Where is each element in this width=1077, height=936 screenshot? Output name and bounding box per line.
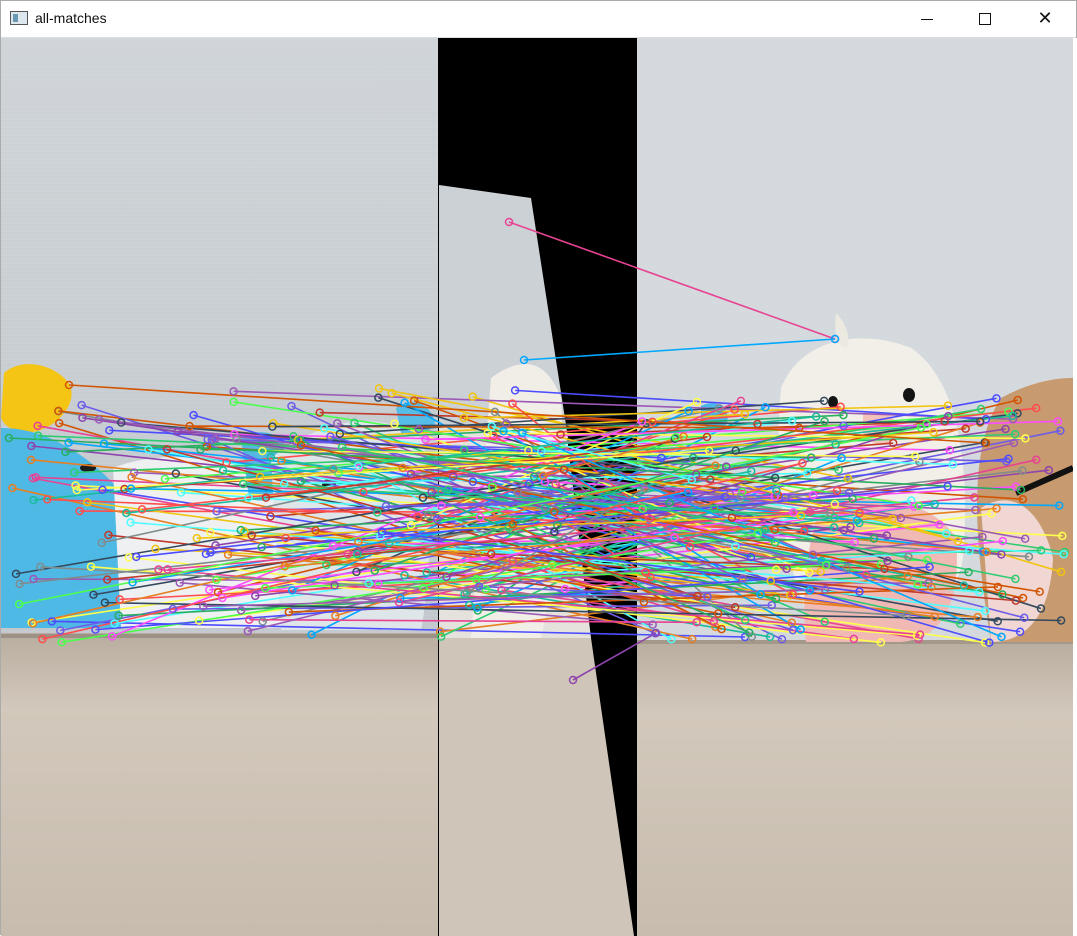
- minimize-icon: [921, 19, 933, 20]
- app-icon: [10, 11, 28, 25]
- matches-image: [1, 38, 1073, 936]
- opencv-window: all-matches ✕: [0, 0, 1077, 936]
- title-bar[interactable]: all-matches ✕: [1, 1, 1076, 38]
- window-right-edge: [1073, 38, 1077, 936]
- minimize-button[interactable]: [898, 1, 956, 37]
- window-title: all-matches: [35, 10, 107, 26]
- maximize-button[interactable]: [956, 1, 1014, 37]
- maximize-icon: [979, 13, 991, 25]
- close-icon: ✕: [1037, 8, 1053, 29]
- matches-image-canvas[interactable]: [1, 38, 1073, 936]
- close-button[interactable]: ✕: [1016, 1, 1074, 37]
